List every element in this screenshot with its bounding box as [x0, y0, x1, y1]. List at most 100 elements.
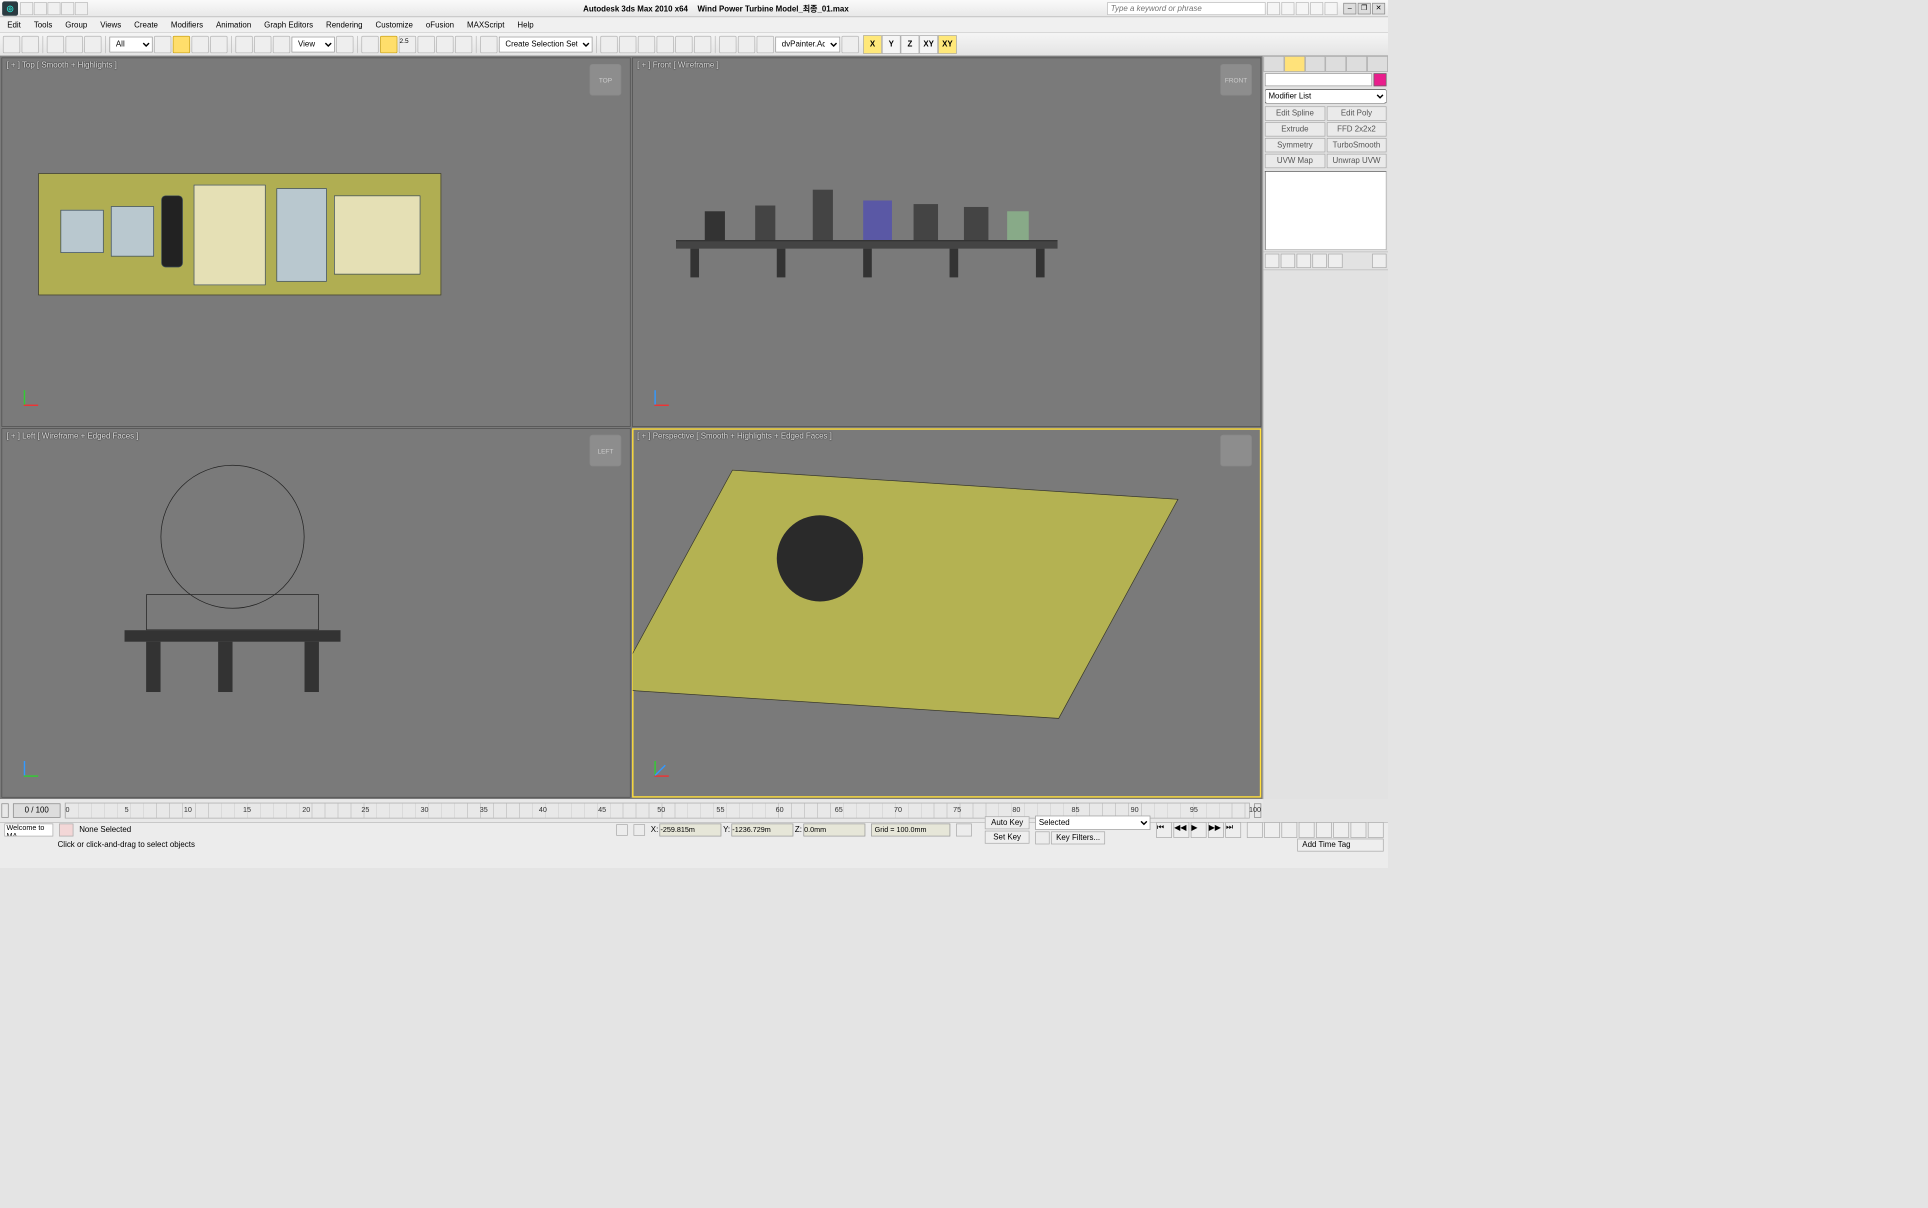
next-frame-icon[interactable]: ▶▶: [1208, 822, 1224, 838]
viewport-perspective-label[interactable]: [ + ] Perspective [ Smooth + Highlights …: [637, 432, 832, 441]
time-slider-handle[interactable]: 0 / 100: [13, 803, 61, 817]
named-sel-sets-icon[interactable]: [480, 36, 497, 53]
axis-z-button[interactable]: Z: [901, 35, 920, 54]
undo-icon[interactable]: [3, 36, 20, 53]
configure-sets-icon[interactable]: [1328, 254, 1342, 268]
menu-edit[interactable]: Edit: [7, 20, 21, 29]
autokey-button[interactable]: Auto Key: [985, 816, 1030, 829]
mod-extrude[interactable]: Extrude: [1265, 122, 1325, 136]
minimize-button[interactable]: –: [1343, 3, 1356, 14]
show-end-result-icon[interactable]: [1281, 254, 1295, 268]
rendered-frame-icon[interactable]: [738, 36, 755, 53]
play-icon[interactable]: ▶: [1191, 822, 1207, 838]
isolate-icon[interactable]: [634, 824, 646, 835]
bind-spacewarp-icon[interactable]: [84, 36, 101, 53]
spinner-snap-icon[interactable]: [455, 36, 472, 53]
goto-end-icon[interactable]: ⏭: [1225, 822, 1241, 838]
advpainter-dropdown[interactable]: dvPainter.Ad: [775, 36, 840, 52]
axis-xy-button[interactable]: XY: [919, 35, 938, 54]
qat-save-icon[interactable]: [48, 2, 61, 15]
mod-turbosmooth[interactable]: TurboSmooth: [1326, 138, 1386, 152]
viewport-top-label[interactable]: [ + ] Top [ Smooth + Highlights ]: [6, 61, 116, 70]
viewcube-left-icon[interactable]: LEFT: [590, 435, 622, 467]
modifier-list-dropdown[interactable]: Modifier List: [1265, 89, 1387, 103]
add-time-tag-button[interactable]: Add Time Tag: [1297, 839, 1383, 852]
welcome-panel[interactable]: Welcome to MA: [4, 824, 53, 837]
viewcube-front-icon[interactable]: FRONT: [1220, 64, 1252, 96]
mod-symmetry[interactable]: Symmetry: [1265, 138, 1325, 152]
link-icon[interactable]: [47, 36, 64, 53]
menu-help[interactable]: Help: [517, 20, 533, 29]
pan-icon[interactable]: [1333, 822, 1349, 838]
tab-create-icon[interactable]: [1263, 56, 1284, 72]
align-icon[interactable]: [619, 36, 636, 53]
help-icon[interactable]: [1325, 2, 1338, 15]
time-scroll-left-icon[interactable]: [1, 803, 8, 817]
menu-grapheditors[interactable]: Graph Editors: [264, 20, 313, 29]
orbit-icon[interactable]: [1351, 822, 1367, 838]
percent-snap-icon[interactable]: [436, 36, 453, 53]
menu-group[interactable]: Group: [65, 20, 87, 29]
favorites-icon[interactable]: [1310, 2, 1323, 15]
tab-motion-icon[interactable]: [1326, 56, 1347, 72]
material-editor-icon[interactable]: [694, 36, 711, 53]
setkey-button[interactable]: Set Key: [985, 831, 1030, 844]
tab-hierarchy-icon[interactable]: [1305, 56, 1326, 72]
tab-display-icon[interactable]: [1346, 56, 1367, 72]
menu-views[interactable]: Views: [100, 20, 121, 29]
goto-start-icon[interactable]: ⏮: [1156, 822, 1172, 838]
schematic-view-icon[interactable]: [675, 36, 692, 53]
object-name-field[interactable]: [1265, 73, 1372, 86]
object-color-swatch[interactable]: [1374, 73, 1387, 86]
render-setup-icon[interactable]: [719, 36, 736, 53]
remove-modifier-icon[interactable]: [1312, 254, 1326, 268]
viewport-front[interactable]: [ + ] Front [ Wireframe ] FRONT: [632, 57, 1261, 426]
setkey-big-icon[interactable]: [1035, 831, 1049, 844]
mod-edit-spline[interactable]: Edit Spline: [1265, 106, 1325, 120]
rotate-icon[interactable]: [254, 36, 271, 53]
menu-create[interactable]: Create: [134, 20, 158, 29]
app-icon[interactable]: ◎: [2, 1, 18, 15]
qat-new-icon[interactable]: [20, 2, 33, 15]
search-icon[interactable]: [1267, 2, 1280, 15]
angle-snap-icon[interactable]: [418, 36, 435, 53]
zoom-icon[interactable]: [1247, 822, 1263, 838]
restore-button[interactable]: ❐: [1358, 3, 1371, 14]
tab-modify-icon[interactable]: [1284, 56, 1305, 72]
layers-icon[interactable]: [638, 36, 655, 53]
snap-toggle-icon[interactable]: 2.5: [399, 36, 416, 53]
key-mode-dropdown[interactable]: Selected: [1035, 816, 1150, 830]
maximize-viewport-icon[interactable]: [1368, 822, 1384, 838]
modifier-stack[interactable]: [1265, 171, 1387, 250]
coord-y-field[interactable]: [732, 824, 794, 837]
render-icon[interactable]: [757, 36, 774, 53]
keyfilters-button[interactable]: Key Filters...: [1051, 831, 1105, 844]
mod-unwrapuvw[interactable]: Unwrap UVW: [1326, 154, 1386, 168]
scale-icon[interactable]: [273, 36, 290, 53]
zoom-extents-icon[interactable]: [1281, 822, 1297, 838]
lock-selection-icon[interactable]: [616, 824, 628, 835]
viewport-top[interactable]: [ + ] Top [ Smooth + Highlights ] TOP: [1, 57, 630, 426]
axis-xy2-button[interactable]: XY: [938, 35, 957, 54]
zoom-extents-all-icon[interactable]: [1299, 822, 1315, 838]
search-input[interactable]: [1107, 2, 1265, 15]
prev-frame-icon[interactable]: ◀◀: [1173, 822, 1189, 838]
close-button[interactable]: ✕: [1372, 3, 1385, 14]
mod-edit-poly[interactable]: Edit Poly: [1326, 106, 1386, 120]
menu-maxscript[interactable]: MAXScript: [467, 20, 504, 29]
adaptive-degradation-icon[interactable]: [956, 824, 972, 837]
tab-utilities-icon[interactable]: [1367, 56, 1388, 72]
viewport-left[interactable]: [ + ] Left [ Wireframe + Edged Faces ] L…: [1, 428, 630, 797]
axis-x-button[interactable]: X: [863, 35, 882, 54]
field-of-view-icon[interactable]: [1316, 822, 1332, 838]
coord-z-field[interactable]: [803, 824, 865, 837]
zoom-all-icon[interactable]: [1264, 822, 1280, 838]
curve-editor-icon[interactable]: [657, 36, 674, 53]
unlink-icon[interactable]: [66, 36, 83, 53]
menu-tools[interactable]: Tools: [34, 20, 52, 29]
menu-animation[interactable]: Animation: [216, 20, 251, 29]
select-by-name-icon[interactable]: [173, 36, 190, 53]
use-center-icon[interactable]: [336, 36, 353, 53]
pin-stack-icon[interactable]: [1265, 254, 1279, 268]
axis-y-button[interactable]: Y: [882, 35, 901, 54]
